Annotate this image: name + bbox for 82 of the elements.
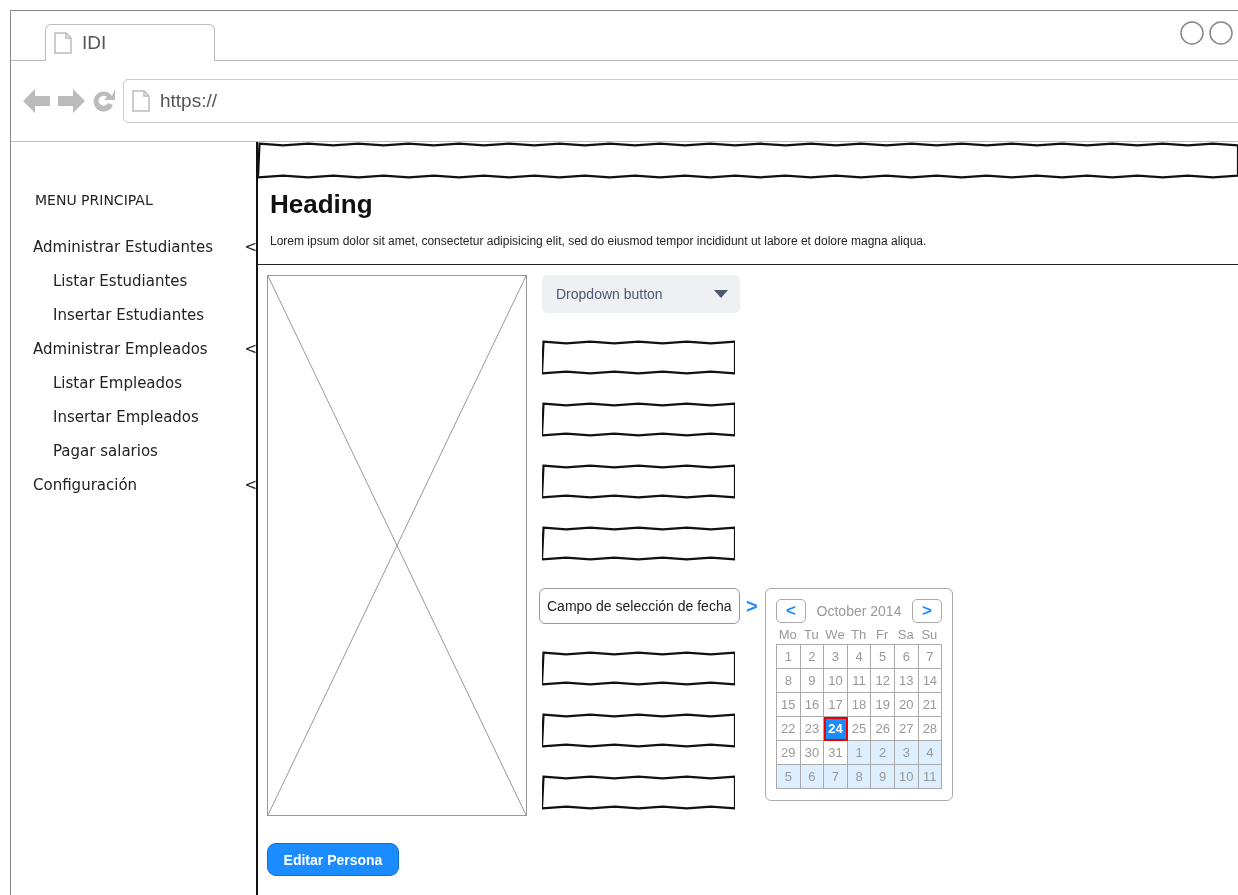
calendar-day[interactable]: 26 xyxy=(871,717,895,741)
calendar-day[interactable]: 1 xyxy=(777,645,801,669)
weekday-label: We xyxy=(824,627,846,642)
heading: Heading xyxy=(270,189,374,220)
input-field[interactable] xyxy=(542,340,735,375)
calendar-day[interactable]: 18 xyxy=(847,693,872,717)
caret-icon[interactable]: < xyxy=(244,476,257,494)
calendar-day[interactable]: 4 xyxy=(918,741,943,765)
weekday-label: Tu xyxy=(803,627,820,642)
calendar-day[interactable]: 4 xyxy=(847,645,872,669)
page-icon xyxy=(132,90,150,112)
calendar-day[interactable]: 6 xyxy=(800,765,825,789)
calendar-day[interactable]: 1 xyxy=(847,741,872,765)
weekday-label: Sa xyxy=(896,627,915,642)
weekday-label: Th xyxy=(850,627,868,642)
date-field[interactable]: Campo de selección de fecha xyxy=(539,588,740,624)
calendar-day[interactable]: 20 xyxy=(894,693,919,717)
menu-item[interactable]: Administrar Empleados xyxy=(33,340,208,358)
calendar-day[interactable]: 11 xyxy=(918,765,943,789)
calendar-day[interactable]: 31 xyxy=(824,741,848,765)
calendar-day[interactable]: 12 xyxy=(871,669,895,693)
calendar-day[interactable]: 9 xyxy=(871,765,895,789)
calendar-day[interactable]: 28 xyxy=(918,717,943,741)
input-field[interactable] xyxy=(542,402,735,437)
menu-item[interactable]: Administrar Estudiantes xyxy=(33,238,213,256)
previous-month-button[interactable]: < xyxy=(776,599,806,623)
calendar-day[interactable]: 3 xyxy=(894,741,919,765)
calendar-day[interactable]: 5 xyxy=(871,645,895,669)
calendar-day[interactable]: 6 xyxy=(894,645,919,669)
calendar-day[interactable]: 14 xyxy=(918,669,943,693)
calendar-day[interactable]: 24 xyxy=(824,717,848,741)
calendar-day[interactable]: 10 xyxy=(894,765,919,789)
calendar-day[interactable]: 27 xyxy=(894,717,919,741)
calendar-day[interactable]: 13 xyxy=(894,669,919,693)
edit-person-button[interactable]: Editar Persona xyxy=(267,843,399,876)
month-label: October 2014 xyxy=(816,603,902,619)
submenu-item[interactable]: Listar Empleados xyxy=(53,374,183,392)
weekday-label: Su xyxy=(920,627,939,642)
calendar-day[interactable]: 5 xyxy=(777,765,801,789)
input-field[interactable] xyxy=(542,464,735,499)
page-icon xyxy=(54,32,72,54)
calendar-day[interactable]: 11 xyxy=(847,669,872,693)
calendar-day[interactable]: 30 xyxy=(800,741,825,765)
caret-icon xyxy=(714,290,728,298)
calendar-day[interactable]: 2 xyxy=(871,741,895,765)
calendar-day[interactable]: 3 xyxy=(824,645,848,669)
calendar-day[interactable]: 16 xyxy=(800,693,825,717)
paragraph: Lorem ipsum dolor sit amet, consectetur adipisicing elit, sed do eiusmod tempor incididunt ut labore et dolore magna aliqua. xyxy=(270,234,928,248)
address-field[interactable]: https:// xyxy=(123,79,1238,123)
menu-title: MENU PRINCIPAL xyxy=(35,192,154,208)
calendar-day[interactable]: 8 xyxy=(777,669,801,693)
calendar-day[interactable]: 22 xyxy=(777,717,801,741)
calendar-day[interactable]: 29 xyxy=(777,741,801,765)
calendar-day[interactable]: 7 xyxy=(824,765,848,789)
input-field[interactable] xyxy=(542,713,735,748)
calendar-day[interactable]: 19 xyxy=(871,693,895,717)
calendar-day[interactable]: 7 xyxy=(918,645,943,669)
submenu-item[interactable]: Listar Estudiantes xyxy=(53,272,188,290)
calendar-day[interactable]: 15 xyxy=(777,693,801,717)
calendar-day[interactable]: 17 xyxy=(824,693,848,717)
caret-icon[interactable]: < xyxy=(244,238,257,256)
calendar-day[interactable]: 25 xyxy=(847,717,872,741)
calendar-day[interactable]: 23 xyxy=(800,717,825,741)
input-field[interactable] xyxy=(542,651,735,686)
submenu-item[interactable]: Insertar Empleados xyxy=(53,408,199,426)
browser-tab[interactable]: IDI xyxy=(45,24,215,61)
submenu-item[interactable]: Insertar Estudiantes xyxy=(53,306,205,324)
submenu-item[interactable]: Pagar salarios xyxy=(53,442,158,460)
calendar-day[interactable]: 9 xyxy=(800,669,825,693)
calendar-toggle[interactable]: > xyxy=(746,594,758,618)
next-month-button[interactable]: > xyxy=(912,599,942,623)
input-field[interactable] xyxy=(542,775,735,810)
weekday-label: Mo xyxy=(777,627,798,642)
menu-item[interactable]: Configuración xyxy=(33,476,138,494)
dropdown-button[interactable]: Dropdown button xyxy=(542,275,740,313)
calendar-day[interactable]: 8 xyxy=(847,765,872,789)
calendar-day[interactable]: 2 xyxy=(800,645,825,669)
caret-icon[interactable]: < xyxy=(244,340,257,358)
input-field[interactable] xyxy=(542,526,735,561)
calendar-day[interactable]: 10 xyxy=(824,669,848,693)
weekday-label: Fr xyxy=(875,627,890,642)
calendar-day[interactable]: 21 xyxy=(918,693,943,717)
